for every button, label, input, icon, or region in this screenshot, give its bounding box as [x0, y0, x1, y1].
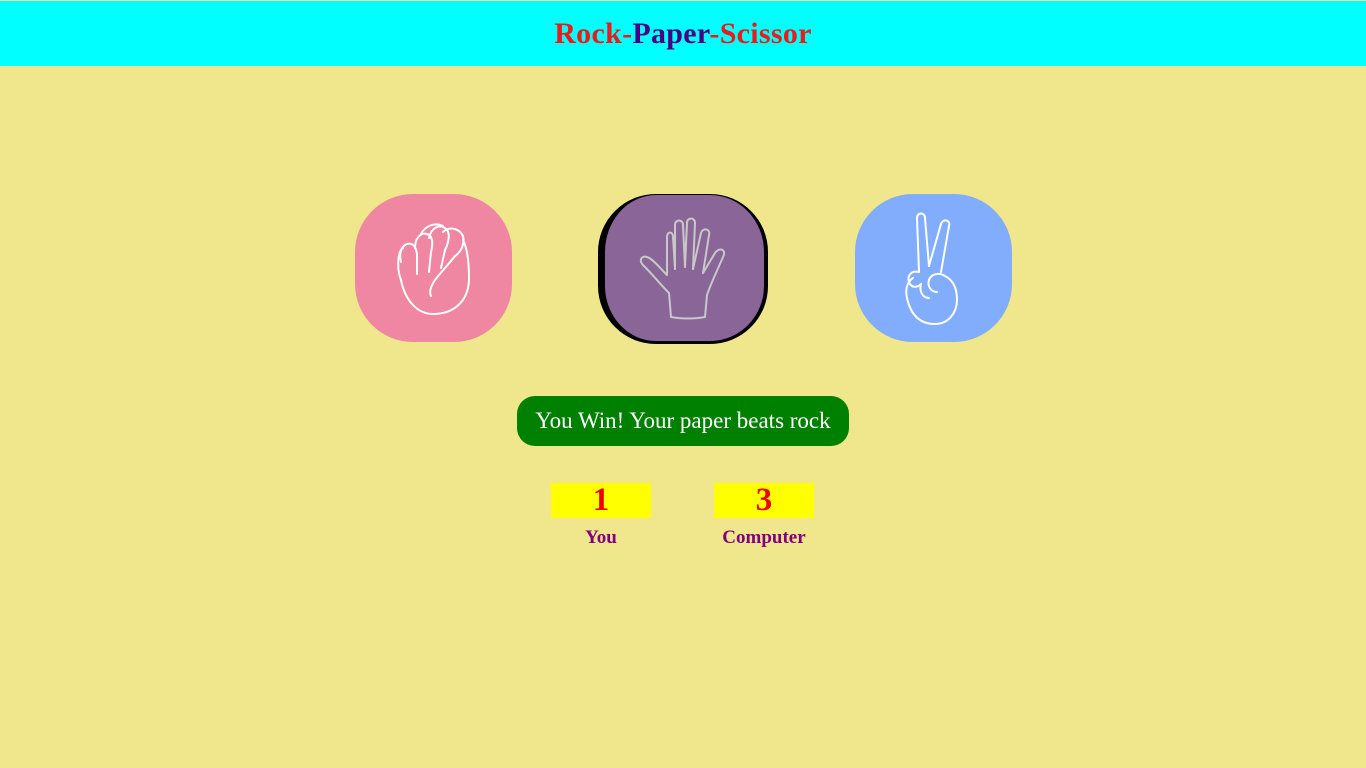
result-message: You Win! Your paper beats rock [517, 396, 849, 446]
title-scissor: Scissor [719, 16, 812, 50]
scissor-hand-icon [904, 212, 958, 325]
title-paper: Paper [632, 16, 710, 50]
scissor-choice-button[interactable] [855, 194, 1012, 342]
title-dash-1: - [622, 16, 633, 50]
rock-hand-icon [396, 223, 470, 315]
rock-choice-button[interactable] [355, 194, 512, 342]
user-score-panel: 1 You [551, 483, 651, 549]
user-score-label: You [585, 527, 617, 548]
paper-hand-icon [639, 217, 725, 320]
game-title: Rock-Paper-Scissor [554, 17, 812, 51]
computer-score-label: Computer [722, 527, 806, 548]
computer-score-panel: 3 Computer [714, 483, 814, 549]
title-dash-2: - [709, 16, 720, 50]
user-score: 1 [551, 483, 651, 518]
title-rock: Rock [554, 16, 623, 50]
paper-choice-button[interactable] [598, 194, 768, 344]
computer-score: 3 [714, 483, 814, 518]
header-bar: Rock-Paper-Scissor [0, 1, 1366, 66]
